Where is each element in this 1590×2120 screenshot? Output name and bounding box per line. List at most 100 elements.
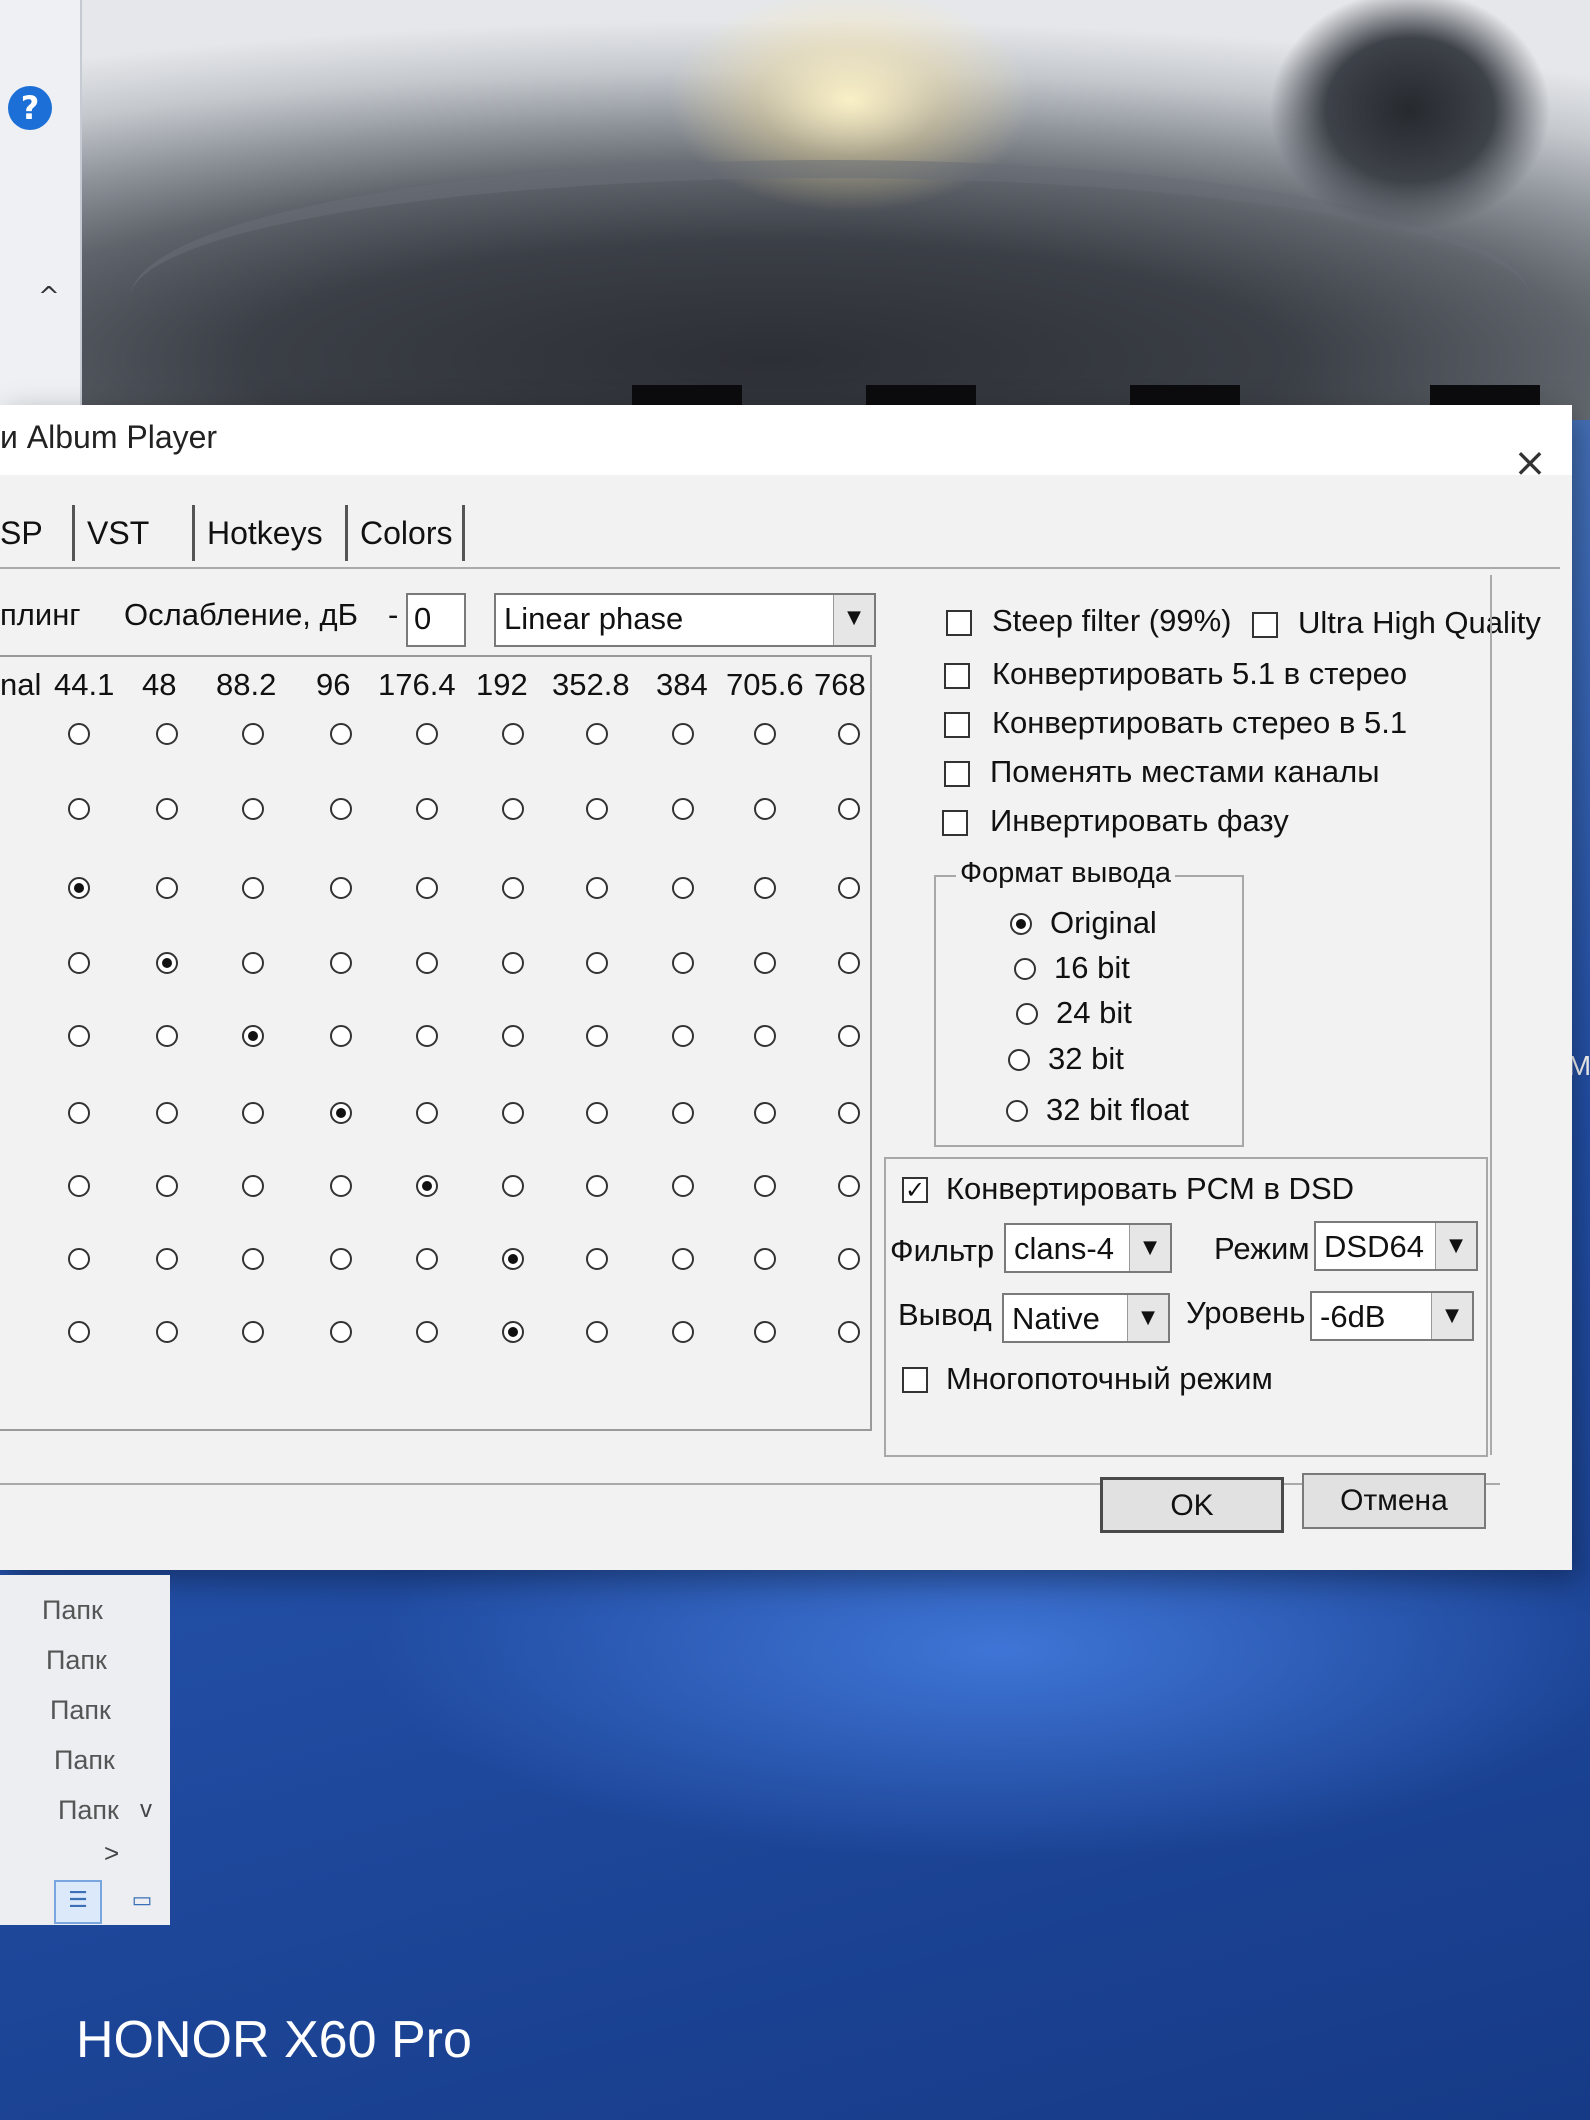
resample-radio[interactable] — [672, 1175, 694, 1197]
convert-pcm-to-dsd-checkbox[interactable]: ✓ — [902, 1177, 928, 1203]
resample-radio[interactable] — [242, 1025, 264, 1047]
resample-radio[interactable] — [672, 1321, 694, 1343]
multithread-checkbox[interactable] — [902, 1367, 928, 1393]
resample-radio[interactable] — [672, 723, 694, 745]
resample-radio[interactable] — [156, 1175, 178, 1197]
resample-radio[interactable] — [242, 952, 264, 974]
tiles-view-icon[interactable]: ▭ — [118, 1880, 166, 1924]
details-view-icon[interactable]: ☰ — [54, 1880, 102, 1924]
resample-radio[interactable] — [838, 798, 860, 820]
resample-radio[interactable] — [838, 1321, 860, 1343]
resample-radio[interactable] — [586, 1025, 608, 1047]
resample-radio[interactable] — [416, 1321, 438, 1343]
resample-radio[interactable] — [156, 798, 178, 820]
resample-radio[interactable] — [672, 1248, 694, 1270]
tab-colors[interactable]: Colors — [345, 505, 452, 561]
resample-radio[interactable] — [330, 1102, 352, 1124]
resample-radio[interactable] — [838, 723, 860, 745]
resample-radio[interactable] — [330, 798, 352, 820]
ok-button[interactable]: OK — [1100, 1477, 1284, 1533]
resample-radio[interactable] — [838, 877, 860, 899]
resample-radio[interactable] — [754, 952, 776, 974]
chevron-right-icon[interactable]: > — [104, 1838, 119, 1869]
resample-radio[interactable] — [330, 1248, 352, 1270]
resample-radio[interactable] — [586, 1248, 608, 1270]
resample-radio[interactable] — [754, 1321, 776, 1343]
resample-radio[interactable] — [416, 1175, 438, 1197]
chevron-down-icon[interactable]: ▼ — [1127, 1295, 1168, 1341]
resample-radio[interactable] — [416, 723, 438, 745]
resample-radio[interactable] — [838, 952, 860, 974]
output-format-radio[interactable] — [1016, 1003, 1038, 1025]
resample-radio[interactable] — [838, 1248, 860, 1270]
resample-radio[interactable] — [754, 877, 776, 899]
dsd-filter-dropdown[interactable]: clans-4 ▼ — [1004, 1223, 1172, 1273]
resample-radio[interactable] — [502, 1025, 524, 1047]
output-format-radio[interactable] — [1006, 1100, 1028, 1122]
tab-hotkeys[interactable]: Hotkeys — [192, 505, 323, 561]
steep-filter-checkbox[interactable] — [946, 610, 972, 636]
resample-radio[interactable] — [586, 1321, 608, 1343]
chevron-down-icon[interactable]: ▼ — [1435, 1223, 1476, 1269]
resample-radio[interactable] — [68, 952, 90, 974]
resample-radio[interactable] — [416, 952, 438, 974]
chevron-down-icon[interactable]: ▼ — [833, 595, 874, 645]
resample-radio[interactable] — [416, 1025, 438, 1047]
resample-radio[interactable] — [502, 877, 524, 899]
resample-radio[interactable] — [502, 798, 524, 820]
resample-radio[interactable] — [502, 1248, 524, 1270]
resample-radio[interactable] — [672, 952, 694, 974]
resample-radio[interactable] — [838, 1025, 860, 1047]
resample-radio[interactable] — [672, 877, 694, 899]
explorer-folder-item[interactable]: Папк — [54, 1745, 115, 1776]
resample-radio[interactable] — [502, 1321, 524, 1343]
resample-radio[interactable] — [754, 723, 776, 745]
resample-radio[interactable] — [586, 798, 608, 820]
dsd-output-dropdown[interactable]: Native ▼ — [1002, 1293, 1170, 1343]
dsd-level-dropdown[interactable]: -6dB ▼ — [1310, 1291, 1474, 1341]
resample-radio[interactable] — [416, 1102, 438, 1124]
resample-radio[interactable] — [68, 723, 90, 745]
explorer-folder-item[interactable]: Папк — [58, 1795, 119, 1826]
resample-radio[interactable] — [242, 1321, 264, 1343]
tab-dsp[interactable]: SP — [0, 505, 43, 561]
resample-radio[interactable] — [586, 1102, 608, 1124]
chevron-down-icon[interactable]: ▼ — [1129, 1225, 1170, 1271]
resample-radio[interactable] — [416, 877, 438, 899]
resample-radio[interactable] — [156, 1248, 178, 1270]
help-icon[interactable]: ? — [8, 86, 52, 130]
cancel-button[interactable]: Отмена — [1302, 1473, 1486, 1529]
explorer-folder-item[interactable]: Папк — [46, 1645, 107, 1676]
resample-radio[interactable] — [156, 1321, 178, 1343]
explorer-folder-item[interactable]: Папк — [42, 1595, 103, 1626]
resample-radio[interactable] — [68, 1248, 90, 1270]
resample-radio[interactable] — [68, 1102, 90, 1124]
output-format-radio[interactable] — [1014, 958, 1036, 980]
resample-radio[interactable] — [754, 1248, 776, 1270]
chevron-down-icon[interactable]: v — [140, 1796, 152, 1824]
resample-radio[interactable] — [330, 1175, 352, 1197]
resample-radio[interactable] — [156, 1102, 178, 1124]
resample-radio[interactable] — [502, 952, 524, 974]
resample-radio[interactable] — [330, 1025, 352, 1047]
close-icon[interactable]: × — [1512, 443, 1548, 483]
resample-radio[interactable] — [502, 723, 524, 745]
resample-radio[interactable] — [586, 1175, 608, 1197]
resample-radio[interactable] — [754, 1102, 776, 1124]
resample-radio[interactable] — [586, 723, 608, 745]
resample-radio[interactable] — [68, 1321, 90, 1343]
convert-stereo-to-51-checkbox[interactable] — [944, 712, 970, 738]
resample-radio[interactable] — [242, 1175, 264, 1197]
resample-radio[interactable] — [754, 798, 776, 820]
resample-radio[interactable] — [416, 798, 438, 820]
resample-radio[interactable] — [672, 1025, 694, 1047]
filter-type-dropdown[interactable]: Linear phase ▼ — [494, 593, 876, 647]
resample-radio[interactable] — [156, 952, 178, 974]
invert-phase-checkbox[interactable] — [942, 810, 968, 836]
chevron-down-icon[interactable]: ▼ — [1431, 1293, 1472, 1339]
resample-radio[interactable] — [754, 1025, 776, 1047]
resample-radio[interactable] — [156, 1025, 178, 1047]
resample-radio[interactable] — [330, 952, 352, 974]
resample-radio[interactable] — [416, 1248, 438, 1270]
resample-radio[interactable] — [156, 723, 178, 745]
